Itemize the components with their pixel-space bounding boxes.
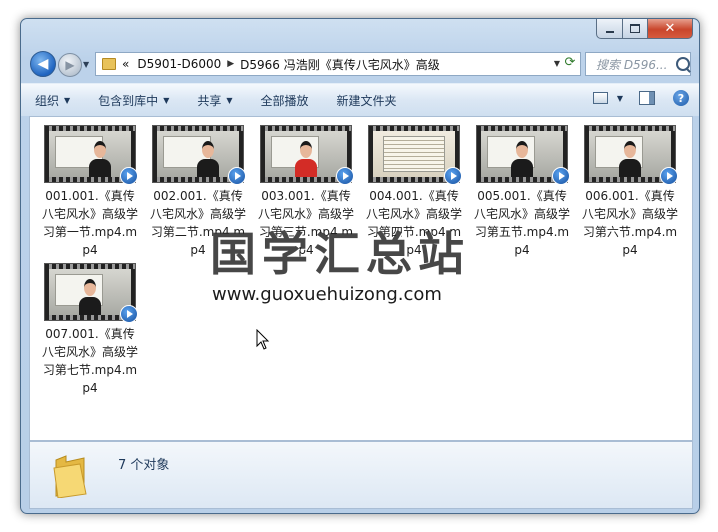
folder-icon bbox=[53, 455, 87, 498]
media-player-icon bbox=[336, 167, 354, 185]
share-label: 共享 bbox=[197, 93, 222, 108]
view-options-chevron-icon[interactable]: ▼ bbox=[617, 94, 623, 103]
include-in-library-menu[interactable]: 包含到库中 ▼ bbox=[84, 92, 183, 109]
details-pane: 7 个对象 bbox=[29, 441, 693, 509]
file-name: 001.001.《真传八宅风水》高级学习第一节.mp4.mp4 bbox=[41, 189, 138, 257]
media-player-icon bbox=[444, 167, 462, 185]
media-player-icon bbox=[228, 167, 246, 185]
search-icon[interactable] bbox=[676, 57, 690, 71]
breadcrumb-overflow[interactable]: « bbox=[122, 57, 129, 71]
media-player-icon bbox=[552, 167, 570, 185]
video-thumbnail[interactable] bbox=[584, 125, 678, 185]
help-icon[interactable]: ? bbox=[673, 90, 689, 106]
command-bar: 组织 ▼ 包含到库中 ▼ 共享 ▼ 全部播放 新建文件夹 ▼ ? bbox=[21, 83, 699, 116]
view-controls: ▼ ? bbox=[592, 90, 689, 106]
file-name: 006.001.《真传八宅风水》高级学习第六节.mp4.mp4 bbox=[581, 189, 678, 257]
file-item[interactable]: 005.001.《真传八宅风水》高级学习第五节.mp4.mp4 bbox=[472, 125, 572, 259]
address-bar[interactable]: « D5901-D6000 ▶ D5966 冯浩刚《真传八宅风水》高级 ▼ ⟳ bbox=[95, 52, 581, 76]
video-thumbnail[interactable] bbox=[44, 263, 138, 323]
watermark-title: 国学汇总站 bbox=[210, 227, 470, 281]
maximize-button[interactable] bbox=[623, 19, 648, 39]
video-thumbnail[interactable] bbox=[260, 125, 354, 185]
recent-pages-button[interactable]: ▼ bbox=[83, 60, 89, 69]
file-item[interactable]: 007.001.《真传八宅风水》高级学习第七节.mp4.mp4 bbox=[40, 263, 140, 397]
breadcrumb-item-current[interactable]: D5966 冯浩刚《真传八宅风水》高级 bbox=[240, 56, 440, 73]
minimize-button[interactable] bbox=[596, 19, 623, 39]
caption-buttons: ✕ bbox=[596, 19, 693, 39]
maximize-icon bbox=[630, 24, 640, 33]
forward-button[interactable]: ▶ bbox=[58, 53, 82, 77]
new-folder-label: 新建文件夹 bbox=[336, 93, 397, 108]
file-name: 005.001.《真传八宅风水》高级学习第五节.mp4.mp4 bbox=[473, 189, 570, 257]
mouse-cursor-icon bbox=[256, 329, 270, 350]
chevron-down-icon: ▼ bbox=[163, 95, 170, 105]
share-menu[interactable]: 共享 ▼ bbox=[183, 92, 246, 109]
preview-pane-icon[interactable] bbox=[639, 91, 655, 105]
navigation-bar: ◀ ▶ ▼ « D5901-D6000 ▶ D5966 冯浩刚《真传八宅风水》高… bbox=[27, 49, 691, 79]
chevron-down-icon: ▼ bbox=[64, 95, 71, 105]
include-in-library-label: 包含到库中 bbox=[98, 93, 159, 108]
play-all-button[interactable]: 全部播放 bbox=[247, 92, 323, 109]
file-item[interactable]: 006.001.《真传八宅风水》高级学习第六节.mp4.mp4 bbox=[580, 125, 680, 259]
new-folder-button[interactable]: 新建文件夹 bbox=[323, 92, 411, 109]
file-item[interactable]: 001.001.《真传八宅风水》高级学习第一节.mp4.mp4 bbox=[40, 125, 140, 259]
refresh-icon[interactable]: ⟳ bbox=[562, 55, 578, 71]
address-dropdown-icon[interactable]: ▼ bbox=[554, 59, 560, 68]
folder-icon bbox=[102, 58, 116, 70]
close-icon: ✕ bbox=[664, 21, 676, 36]
chevron-down-icon: ▼ bbox=[83, 60, 90, 69]
video-thumbnail[interactable] bbox=[152, 125, 246, 185]
video-thumbnail[interactable] bbox=[44, 125, 138, 185]
media-player-icon bbox=[660, 167, 678, 185]
item-count: 7 个对象 bbox=[118, 458, 170, 473]
search-box[interactable]: 搜索 D596... bbox=[585, 52, 691, 76]
view-icon[interactable] bbox=[592, 92, 608, 104]
watermark-url: www.guoxuehuizong.com bbox=[212, 284, 442, 305]
arrow-right-icon: ▶ bbox=[65, 58, 75, 72]
play-all-label: 全部播放 bbox=[260, 93, 309, 108]
breadcrumb-item[interactable]: D5901-D6000 bbox=[137, 57, 221, 71]
close-button[interactable]: ✕ bbox=[648, 19, 693, 39]
media-player-icon bbox=[120, 305, 138, 323]
video-thumbnail[interactable] bbox=[476, 125, 570, 185]
breadcrumb-separator-icon[interactable]: ▶ bbox=[227, 59, 234, 69]
organize-menu[interactable]: 组织 ▼ bbox=[21, 92, 84, 109]
organize-label: 组织 bbox=[35, 93, 60, 108]
chevron-down-icon: ▼ bbox=[226, 95, 233, 105]
file-name: 007.001.《真传八宅风水》高级学习第七节.mp4.mp4 bbox=[41, 327, 138, 395]
back-button[interactable]: ◀ bbox=[30, 51, 56, 77]
video-thumbnail[interactable] bbox=[368, 125, 462, 185]
search-input[interactable]: 搜索 D596... bbox=[586, 56, 672, 73]
minimize-icon bbox=[605, 30, 614, 33]
arrow-left-icon: ◀ bbox=[37, 56, 49, 72]
media-player-icon bbox=[120, 167, 138, 185]
